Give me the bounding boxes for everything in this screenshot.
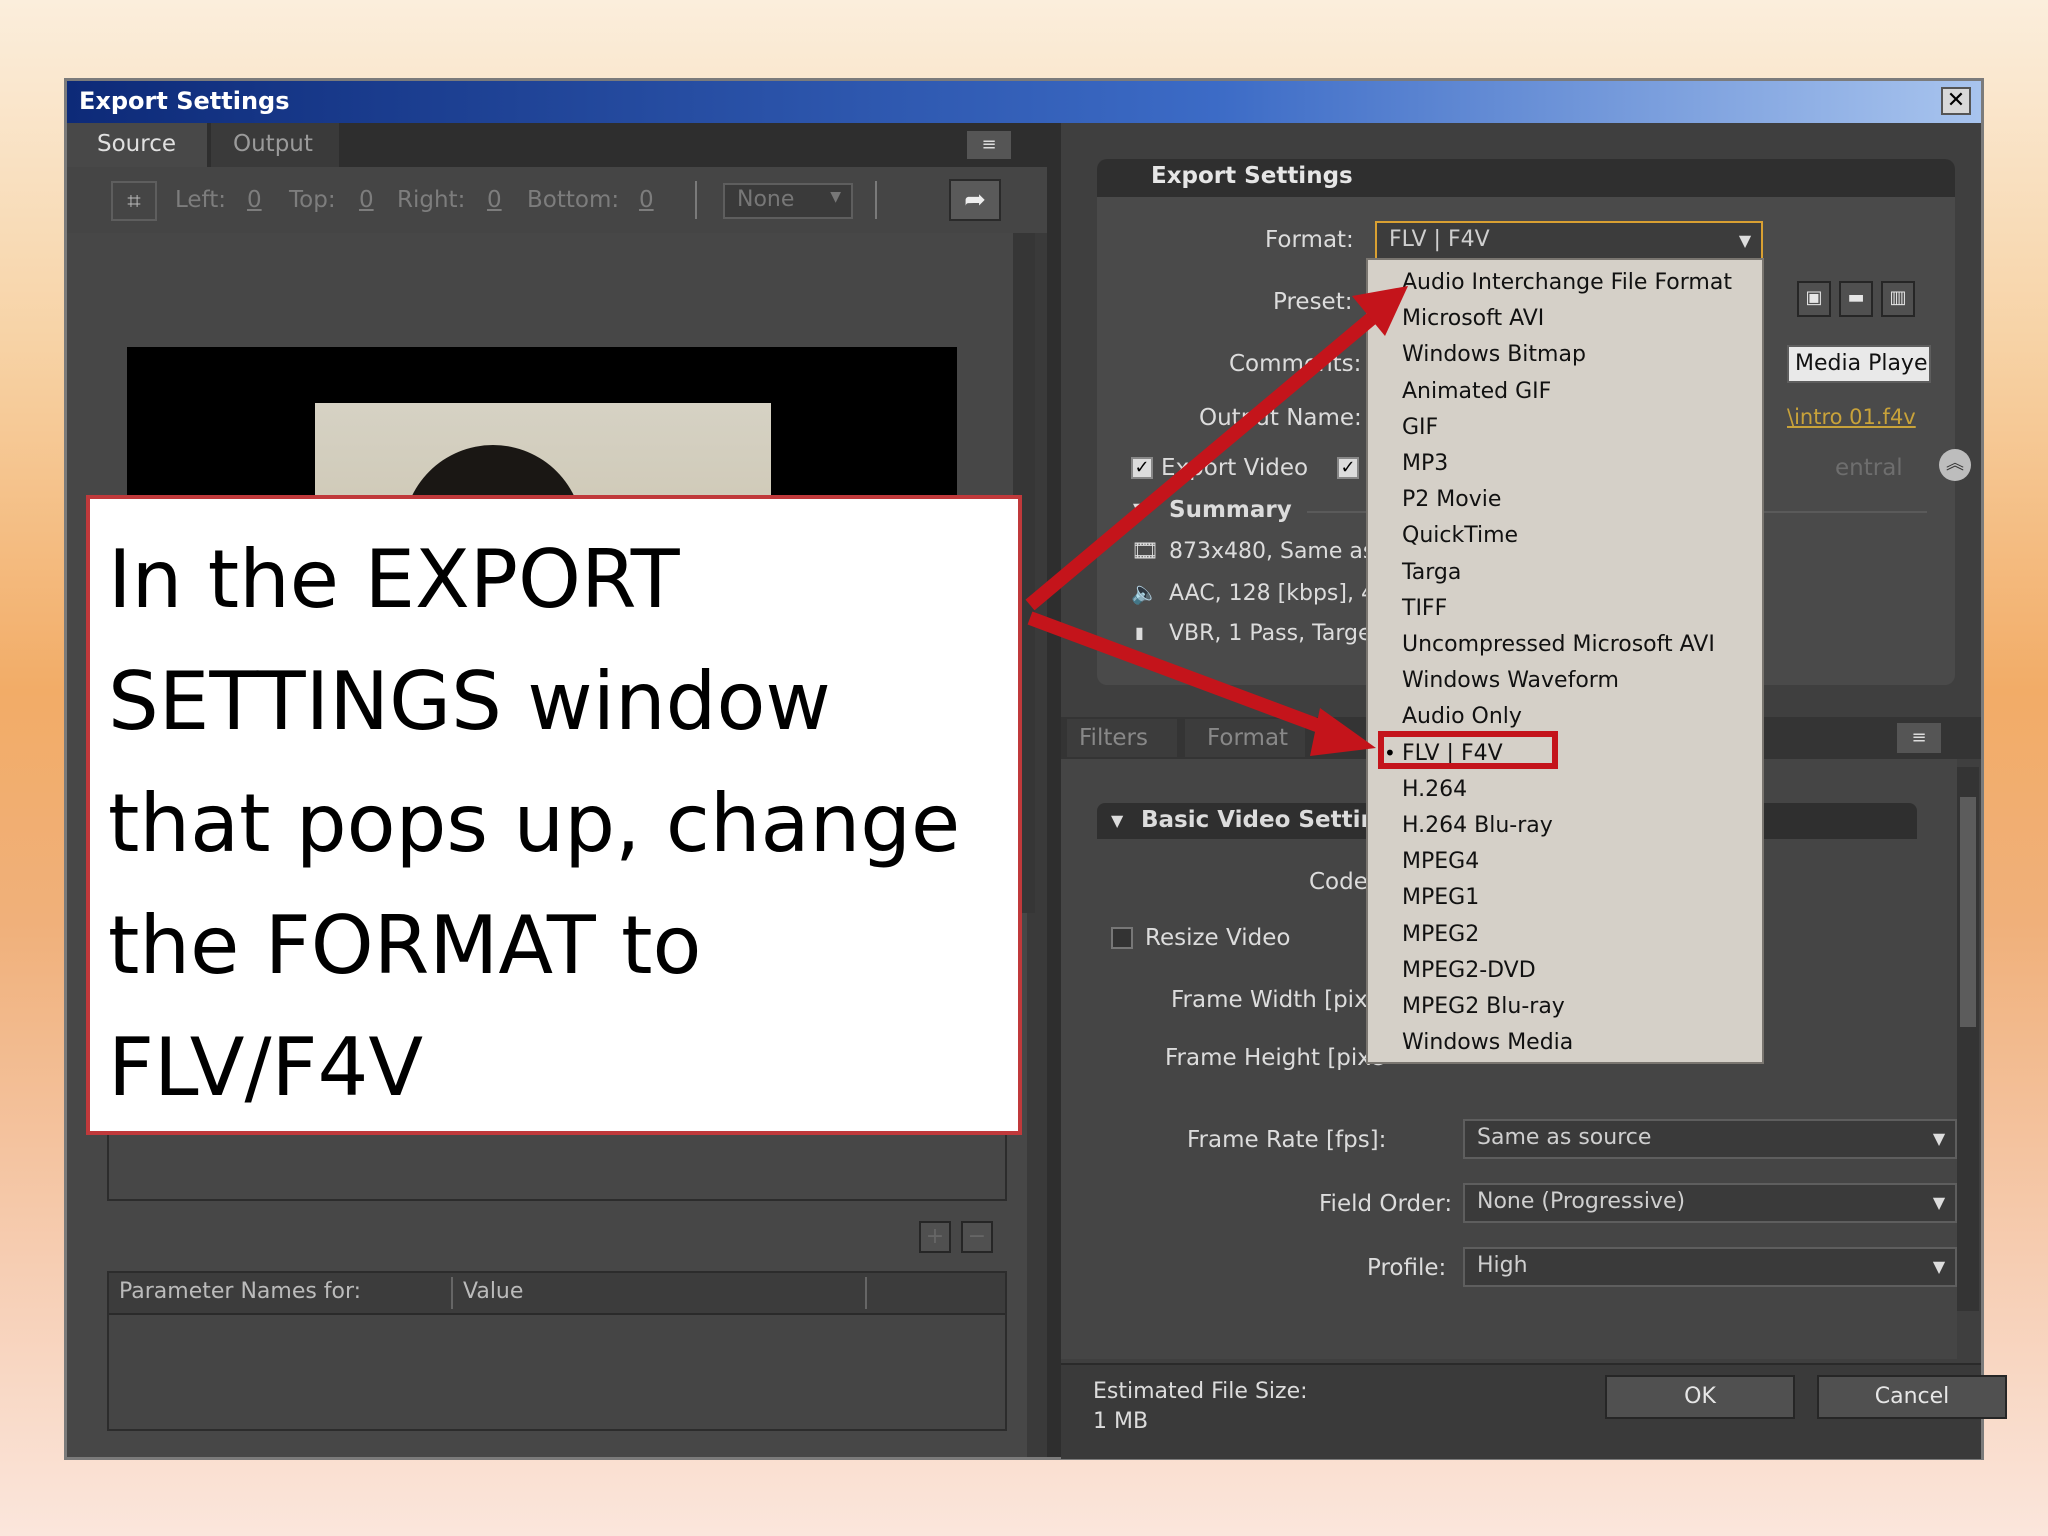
arrow-to-flv-item: [1027, 611, 1333, 737]
instruction-callout: In the EXPORT SETTINGS window that pops …: [86, 495, 1022, 1135]
arrow-to-format-menu: [1025, 312, 1377, 611]
instruction-text: In the EXPORT SETTINGS window that pops …: [108, 533, 961, 1114]
arrowhead-lower: [1310, 708, 1376, 756]
